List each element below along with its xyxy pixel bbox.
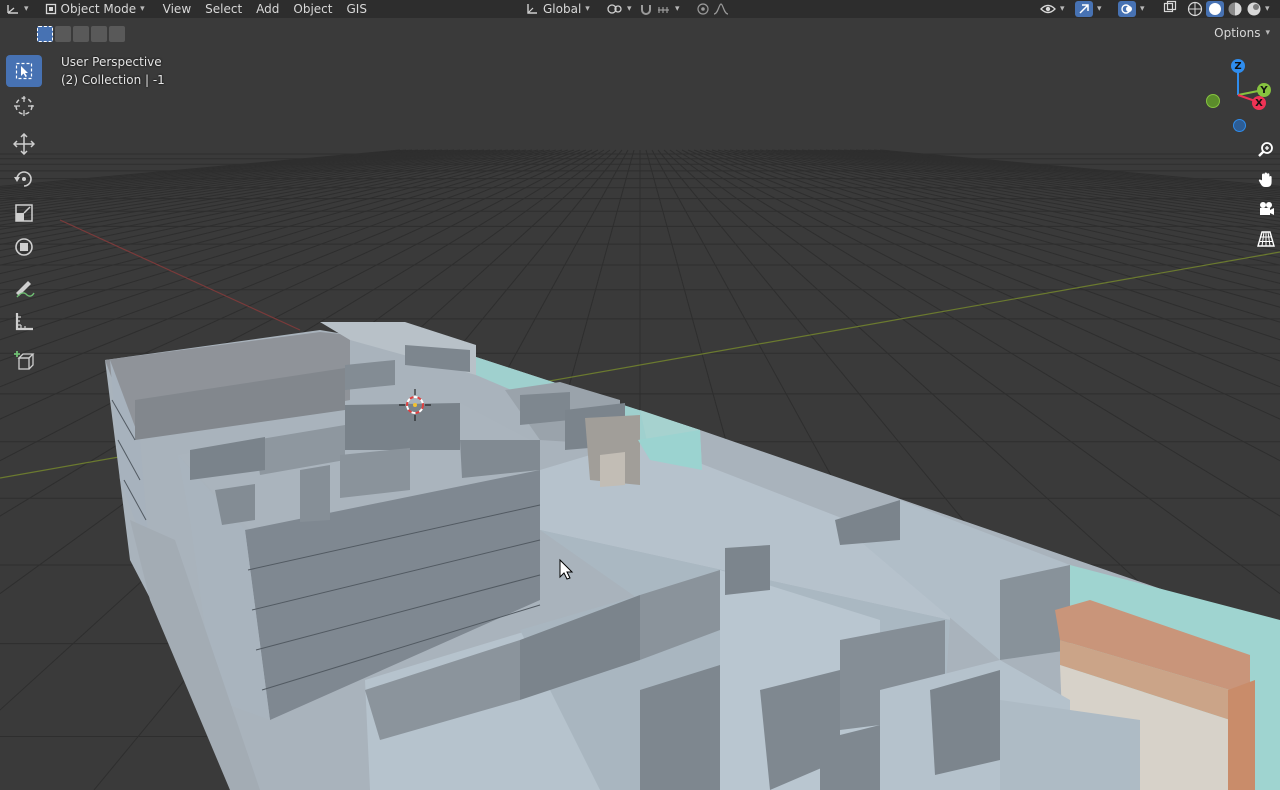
- proportional-edit-icon: [697, 3, 709, 15]
- menu-select[interactable]: Select: [198, 0, 249, 18]
- camera-button[interactable]: [1253, 196, 1279, 222]
- selection-mode-buttons: [37, 26, 125, 44]
- overlays-toggle[interactable]: ▾: [1111, 0, 1152, 18]
- menu-gis[interactable]: GIS: [340, 0, 374, 18]
- transform-orientation-icon: [527, 4, 537, 14]
- eye-icon: [1040, 4, 1056, 14]
- cursor-target-icon: [14, 96, 34, 116]
- camera-icon: [1260, 202, 1274, 215]
- overlays-icon: [1121, 4, 1132, 14]
- chevron-down-icon: ▾: [627, 4, 632, 14]
- view-perspective-label: User Perspective: [61, 55, 162, 69]
- select-box-icon: [15, 62, 33, 80]
- grid-perspective-icon: [1257, 231, 1275, 247]
- gizmo-neg-z-axis[interactable]: [1233, 119, 1246, 132]
- pencil-icon: [16, 281, 35, 298]
- gizmo-neg-y-axis[interactable]: [1206, 94, 1220, 108]
- orientation-label: Global: [543, 2, 582, 16]
- chevron-down-icon: ▾: [1265, 4, 1270, 14]
- chevron-down-icon: ▾: [140, 4, 145, 14]
- object-mode-icon: [45, 3, 56, 15]
- wireframe-shading-icon[interactable]: [1187, 1, 1203, 17]
- add-cube-icon: [14, 351, 35, 370]
- add-cube-tool[interactable]: [6, 345, 42, 377]
- visibility-selector[interactable]: ▾: [1033, 0, 1072, 18]
- shading-modes[interactable]: ▾: [1180, 0, 1277, 18]
- building-model[interactable]: [105, 322, 1280, 790]
- gizmo-z-label: Z: [1234, 60, 1242, 72]
- falloff-curve-icon: [713, 3, 729, 15]
- chevron-down-icon: ▾: [1060, 4, 1065, 14]
- material-shading-icon[interactable]: [1227, 1, 1243, 17]
- scale-tool[interactable]: [6, 197, 42, 229]
- chevron-down-icon: ▾: [1097, 4, 1102, 14]
- hand-icon: [1258, 172, 1272, 187]
- navigation-gizmo[interactable]: Z Y X: [1200, 55, 1280, 135]
- mode-label: Object Mode: [60, 2, 137, 16]
- options-label: Options: [1214, 26, 1261, 40]
- chevron-down-icon: ▾: [1140, 4, 1145, 14]
- menu-object[interactable]: Object: [286, 0, 339, 18]
- select-box-tool[interactable]: [6, 55, 42, 87]
- gizmo-y-axis[interactable]: Y: [1257, 83, 1271, 97]
- gizmo-x-label: X: [1255, 97, 1263, 109]
- pivot-point-icon: [607, 4, 622, 14]
- transform-tool[interactable]: [6, 231, 42, 263]
- transform-icon: [15, 238, 33, 256]
- chevron-down-icon: ▾: [585, 4, 590, 14]
- magnet-icon: [641, 5, 651, 15]
- snap-increment-icon: [658, 7, 669, 13]
- rotate-tool[interactable]: [6, 163, 42, 195]
- zoom-icon: [1258, 142, 1273, 157]
- solid-shading-icon[interactable]: [1208, 2, 1222, 16]
- select-new-icon[interactable]: [37, 26, 53, 42]
- cursor-tool[interactable]: [6, 90, 42, 122]
- select-intersect-icon[interactable]: [109, 26, 125, 42]
- ruler-icon: [15, 313, 33, 331]
- move-tool[interactable]: [6, 128, 42, 160]
- viewport-header: ▾ Object Mode ▾ View Select Add Object G…: [0, 0, 1280, 18]
- collection-label: (2) Collection | -1: [61, 73, 165, 87]
- orientation-selector[interactable]: Global ▾: [518, 0, 597, 18]
- scene-canvas[interactable]: [0, 0, 1280, 790]
- select-extend-icon[interactable]: [55, 26, 71, 42]
- proportional-edit-toggle[interactable]: [690, 0, 736, 18]
- gizmo-x-axis[interactable]: X: [1252, 96, 1266, 110]
- chevron-down-icon: ▾: [24, 4, 29, 14]
- editor-type-selector[interactable]: ▾: [0, 0, 36, 18]
- gizmo-icon: [1079, 4, 1089, 14]
- snap-toggle[interactable]: ▾: [632, 0, 687, 18]
- select-invert-icon[interactable]: [91, 26, 107, 42]
- 3d-viewport[interactable]: ▾ Object Mode ▾ View Select Add Object G…: [0, 0, 1280, 790]
- gizmo-z-axis[interactable]: Z: [1231, 59, 1245, 73]
- measure-tool[interactable]: [6, 305, 42, 337]
- scale-icon: [15, 204, 33, 222]
- chevron-down-icon: ▾: [675, 4, 680, 14]
- menu-add[interactable]: Add: [249, 0, 286, 18]
- mode-selector[interactable]: Object Mode ▾: [38, 0, 152, 18]
- xray-icon: [1163, 0, 1177, 13]
- rendered-shading-icon[interactable]: [1246, 1, 1262, 17]
- zoom-button[interactable]: [1253, 137, 1279, 163]
- rotate-icon: [14, 171, 32, 187]
- ortho-toggle-button[interactable]: [1253, 226, 1279, 252]
- pan-button[interactable]: [1253, 167, 1279, 193]
- select-subtract-icon[interactable]: [73, 26, 89, 42]
- menu-view[interactable]: View: [156, 0, 198, 18]
- annotate-tool[interactable]: [6, 271, 42, 303]
- gizmo-toggle[interactable]: ▾: [1068, 0, 1109, 18]
- options-dropdown[interactable]: Options ▾: [1214, 26, 1270, 40]
- gizmo-y-label: Y: [1260, 84, 1268, 96]
- move-arrows-icon: [13, 133, 35, 155]
- axes-icon: [7, 5, 18, 14]
- chevron-down-icon: ▾: [1265, 28, 1270, 38]
- x-axis-line: [59, 219, 301, 331]
